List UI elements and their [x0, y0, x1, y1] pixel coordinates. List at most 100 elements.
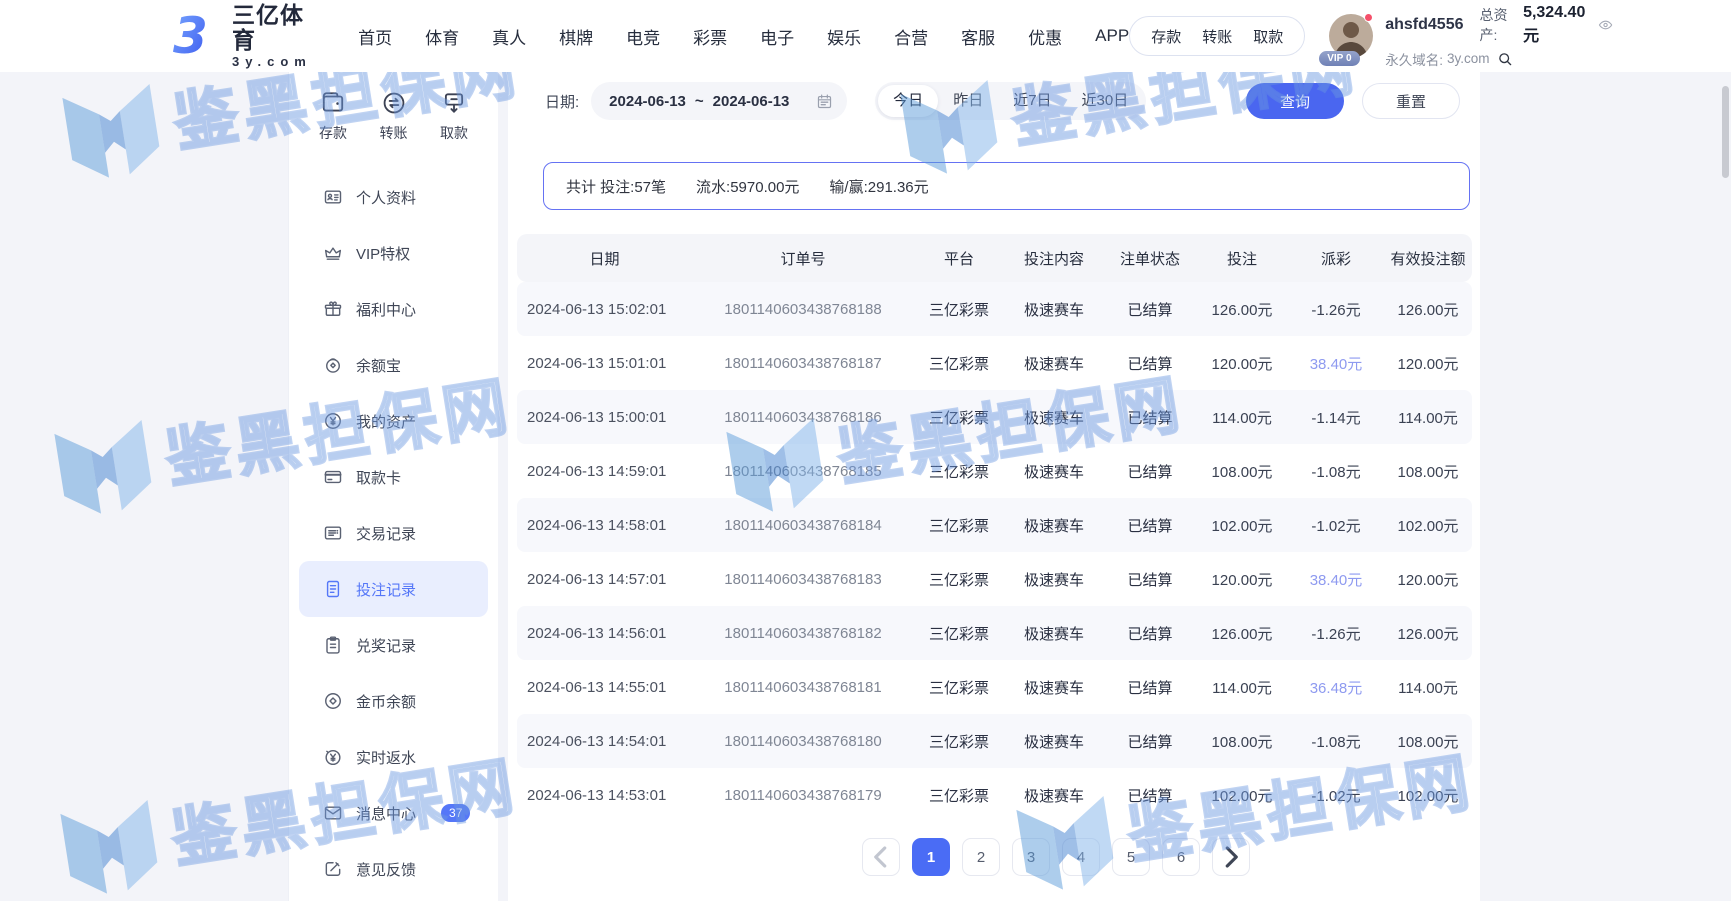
scrollbar-thumb[interactable]: [1722, 86, 1729, 178]
nav-item[interactable]: 首页: [358, 24, 392, 49]
sidebar-item[interactable]: 个人资料: [299, 169, 488, 225]
sidebar-item[interactable]: VIP特权: [299, 225, 488, 281]
bet-records-table: 日期订单号平台投注内容注单状态投注派彩有效投注额 2024-06-13 15:0…: [517, 234, 1472, 822]
sidebar-item[interactable]: 意见反馈: [299, 841, 488, 897]
column-header: 有效投注额: [1384, 248, 1472, 269]
eye-icon[interactable]: [1598, 16, 1613, 34]
sidebar-item[interactable]: 取款卡: [299, 449, 488, 505]
rebate-icon: [323, 747, 343, 767]
withdraw-icon: [441, 90, 467, 116]
prev-page-button[interactable]: [862, 838, 900, 876]
page-button[interactable]: 1: [912, 838, 950, 876]
cell-status: 已结算: [1104, 407, 1196, 428]
nav-item[interactable]: APP: [1095, 26, 1129, 46]
watermark-logo-icon: [44, 404, 164, 524]
chevron-left-icon: [863, 839, 899, 875]
assets-label: 总资产:: [1480, 5, 1519, 45]
quick-action[interactable]: 存款: [319, 90, 347, 143]
nav-item[interactable]: 优惠: [1028, 24, 1062, 49]
sidebar-item[interactable]: 我的资产: [299, 393, 488, 449]
query-button[interactable]: 查询: [1246, 83, 1344, 119]
page-button[interactable]: 2: [962, 838, 1000, 876]
unread-badge: 37: [441, 804, 470, 822]
username: ahsfd4556: [1385, 16, 1463, 34]
cell-date: 2024-06-13 14:59:01: [517, 463, 692, 480]
sidebar-item[interactable]: 福利中心: [299, 281, 488, 337]
cell-bet-content: 极速赛车: [1004, 515, 1104, 536]
nav-item[interactable]: 彩票: [693, 24, 727, 49]
cell-valid-amount: 120.00元: [1384, 569, 1472, 590]
wallet-actions: 存款转账取款: [1129, 16, 1305, 56]
date-to: 2024-06-13: [713, 93, 790, 110]
cell-payout: -1.08元: [1288, 731, 1384, 752]
cell-date: 2024-06-13 14:53:01: [517, 787, 692, 804]
sidebar-item[interactable]: 余额宝: [299, 337, 488, 393]
summary-bar: 共计 投注:57笔流水:5970.00元输/赢:291.36元: [543, 162, 1470, 210]
user-meta: ahsfd4556 总资产: 5,324.40元 永久域名: 3y.com: [1385, 4, 1613, 69]
transactions-icon: [323, 523, 343, 543]
date-range-input[interactable]: 2024-06-13 ~ 2024-06-13: [591, 82, 847, 120]
wallet-action[interactable]: 存款: [1151, 26, 1181, 47]
cell-bet-content: 极速赛车: [1004, 785, 1104, 806]
cell-valid-amount: 108.00元: [1384, 461, 1472, 482]
cell-order-number: 1801140603438768181: [692, 679, 914, 696]
wallet-action[interactable]: 取款: [1253, 26, 1283, 47]
table-row: 2024-06-13 14:58:01 1801140603438768184 …: [517, 498, 1472, 552]
summary-part: 共计 投注:57笔: [566, 176, 666, 197]
cell-bet-content: 极速赛车: [1004, 569, 1104, 590]
bank-card-icon: [323, 467, 343, 487]
wallet-action[interactable]: 转账: [1202, 26, 1232, 47]
cell-bet-content: 极速赛车: [1004, 677, 1104, 698]
cell-order-number: 1801140603438768187: [692, 355, 914, 372]
nav-item[interactable]: 电子: [760, 24, 794, 49]
cell-status: 已结算: [1104, 623, 1196, 644]
page-button[interactable]: 3: [1012, 838, 1050, 876]
cell-order-number: 1801140603438768179: [692, 787, 914, 804]
watermark-logo-icon: [50, 784, 170, 901]
nav-item[interactable]: 电竞: [626, 24, 660, 49]
nav-item[interactable]: 真人: [492, 24, 526, 49]
column-header: 投注: [1196, 248, 1288, 269]
calendar-icon[interactable]: [816, 93, 833, 110]
cell-bet-amount: 120.00元: [1196, 569, 1288, 590]
nav-item[interactable]: 客服: [961, 24, 995, 49]
summary-part: 输/赢:291.36元: [829, 176, 928, 197]
sidebar-item[interactable]: 交易记录: [299, 505, 488, 561]
sidebar-item[interactable]: 兑奖记录: [299, 617, 488, 673]
sidebar-item[interactable]: 消息中心 37: [299, 785, 488, 841]
nav-item[interactable]: 娱乐: [827, 24, 861, 49]
avatar[interactable]: VIP 0: [1329, 14, 1373, 58]
sidebar-item[interactable]: 金币余额: [299, 673, 488, 729]
cell-valid-amount: 114.00元: [1384, 407, 1472, 428]
nav-item[interactable]: 合营: [894, 24, 928, 49]
search-icon[interactable]: [1497, 51, 1513, 67]
cell-bet-amount: 108.00元: [1196, 731, 1288, 752]
range-button[interactable]: 今日: [878, 85, 938, 117]
cell-bet-amount: 126.00元: [1196, 299, 1288, 320]
quick-action[interactable]: 取款: [440, 90, 468, 143]
chevron-right-icon: [1213, 839, 1249, 875]
cell-date: 2024-06-13 14:57:01: [517, 571, 692, 588]
column-header: 注单状态: [1104, 248, 1196, 269]
sidebar-item[interactable]: 投注记录: [299, 561, 488, 617]
pagination: 123456: [570, 838, 1542, 876]
reset-button[interactable]: 重置: [1362, 83, 1460, 119]
cell-valid-amount: 102.00元: [1384, 515, 1472, 536]
page-button[interactable]: 6: [1162, 838, 1200, 876]
nav-item[interactable]: 体育: [425, 24, 459, 49]
table-row: 2024-06-13 15:02:01 1801140603438768188 …: [517, 282, 1472, 336]
page-button[interactable]: 5: [1112, 838, 1150, 876]
range-button[interactable]: 近7日: [998, 85, 1066, 117]
column-header: 订单号: [692, 248, 914, 269]
quick-action[interactable]: 转账: [380, 90, 408, 143]
brand-logo-icon: 3: [168, 9, 222, 63]
next-page-button[interactable]: [1212, 838, 1250, 876]
page-button[interactable]: 4: [1062, 838, 1100, 876]
cell-date: 2024-06-13 15:02:01: [517, 301, 692, 318]
nav-item[interactable]: 棋牌: [559, 24, 593, 49]
range-button[interactable]: 近30日: [1067, 85, 1144, 117]
range-button[interactable]: 昨日: [938, 85, 998, 117]
cell-date: 2024-06-13 15:01:01: [517, 355, 692, 372]
sidebar-item[interactable]: 实时返水: [299, 729, 488, 785]
brand[interactable]: 3 三亿体育 3y.com: [168, 3, 316, 70]
